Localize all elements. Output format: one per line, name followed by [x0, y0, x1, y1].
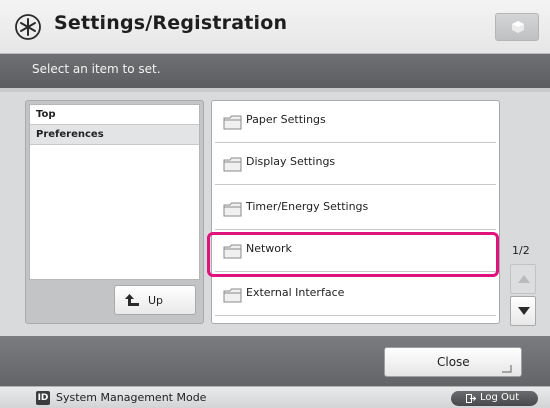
up-button[interactable]: Up [114, 285, 196, 315]
instruction-bar: Select an item to set. [0, 54, 550, 88]
list-item-label: Paper Settings [246, 113, 326, 126]
mode-text: System Management Mode [56, 391, 207, 404]
logout-button[interactable]: Log Out [451, 391, 538, 406]
highlight-box [207, 232, 499, 277]
triangle-up-icon [518, 275, 530, 283]
scroll-up-button[interactable] [510, 264, 536, 294]
cube-icon [512, 21, 524, 33]
divider [0, 88, 550, 92]
logout-icon [466, 394, 476, 403]
list-item-paper-settings[interactable]: Paper Settings [215, 101, 496, 143]
list-item-external-interface[interactable]: External Interface [215, 274, 496, 316]
id-badge-icon: ID [36, 391, 50, 405]
scroll-down-button[interactable] [510, 296, 536, 326]
folder-icon [223, 202, 242, 217]
tree-panel: Top Preferences Up [25, 100, 204, 324]
tree-list: Top Preferences [29, 104, 200, 280]
close-button-label: Close [437, 355, 470, 369]
status-bar: ID System Management Mode Log Out [0, 386, 550, 408]
page-indicator: 1/2 [512, 244, 530, 257]
triangle-down-icon [518, 307, 530, 315]
folder-icon [223, 115, 242, 130]
folder-icon [223, 157, 242, 172]
instruction-text: Select an item to set. [32, 62, 161, 76]
tree-item-preferences[interactable]: Preferences [30, 125, 199, 145]
settings-list: Paper Settings Display Settings Timer/En… [211, 100, 500, 324]
bottom-bar: Close [0, 336, 550, 386]
title-bar: Settings/Registration [0, 0, 550, 54]
logout-label: Log Out [480, 392, 520, 403]
list-item-display-settings[interactable]: Display Settings [215, 143, 496, 185]
close-button[interactable]: Close [384, 347, 522, 377]
corner-mark-icon [502, 365, 512, 373]
tree-item-top[interactable]: Top [30, 105, 199, 125]
folder-icon [223, 288, 242, 303]
screen: Settings/Registration Select an item to … [0, 0, 550, 408]
up-arrow-icon [125, 294, 139, 306]
list-item-label: Timer/Energy Settings [246, 200, 369, 213]
list-item-label: External Interface [246, 286, 345, 299]
settings-asterisk-icon [15, 14, 41, 40]
list-item-label: Display Settings [246, 155, 336, 168]
page-title: Settings/Registration [54, 12, 288, 34]
up-button-label: Up [148, 294, 164, 307]
list-item-timer-energy-settings[interactable]: Timer/Energy Settings [215, 188, 496, 230]
cube-button[interactable] [495, 13, 539, 41]
